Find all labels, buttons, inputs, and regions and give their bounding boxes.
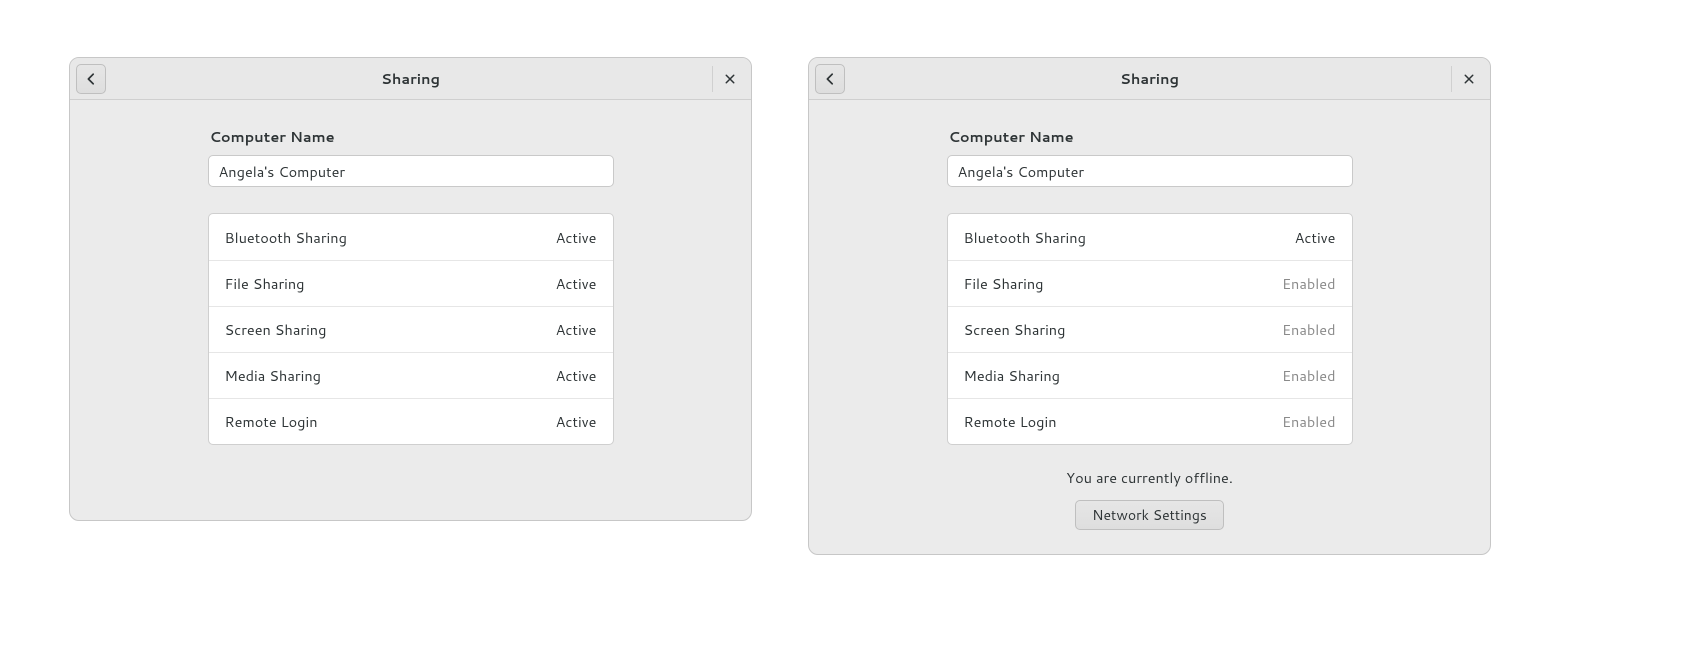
sharing-services-list: Bluetooth Sharing Active File Sharing En… <box>947 213 1353 445</box>
service-status: Active <box>556 319 597 340</box>
content-area: Computer Name Bluetooth Sharing Active F… <box>70 100 751 465</box>
service-status: Enabled <box>1282 411 1336 432</box>
close-button[interactable] <box>1454 64 1484 94</box>
list-item[interactable]: Screen Sharing Enabled <box>948 306 1352 352</box>
window-title: Sharing <box>70 68 751 89</box>
service-label: Remote Login <box>225 411 318 432</box>
computer-name-input[interactable] <box>208 155 614 187</box>
computer-name-input[interactable] <box>947 155 1353 187</box>
close-icon <box>724 73 736 85</box>
list-item[interactable]: Media Sharing Enabled <box>948 352 1352 398</box>
service-status: Active <box>556 273 597 294</box>
close-button[interactable] <box>715 64 745 94</box>
service-status: Active <box>1295 227 1336 248</box>
computer-name-label: Computer Name <box>210 126 614 147</box>
list-item[interactable]: File Sharing Active <box>209 260 613 306</box>
service-status: Enabled <box>1282 273 1336 294</box>
network-settings-label: Network Settings <box>1092 505 1207 525</box>
offline-message: You are currently offline. <box>947 467 1353 488</box>
service-label: File Sharing <box>225 273 305 294</box>
service-status: Enabled <box>1282 365 1336 386</box>
list-item[interactable]: Bluetooth Sharing Active <box>948 214 1352 260</box>
service-status: Active <box>556 365 597 386</box>
service-label: Media Sharing <box>225 365 321 386</box>
chevron-left-icon <box>84 72 98 86</box>
headerbar: Sharing <box>809 58 1490 100</box>
service-label: Screen Sharing <box>964 319 1066 340</box>
list-item[interactable]: Media Sharing Active <box>209 352 613 398</box>
headerbar-separator <box>1451 66 1452 92</box>
computer-name-label: Computer Name <box>949 126 1353 147</box>
sharing-services-list: Bluetooth Sharing Active File Sharing Ac… <box>208 213 614 445</box>
chevron-left-icon <box>823 72 837 86</box>
back-button[interactable] <box>76 64 106 94</box>
list-item[interactable]: Remote Login Active <box>209 398 613 444</box>
content-area: Computer Name Bluetooth Sharing Active F… <box>809 100 1490 550</box>
service-label: Bluetooth Sharing <box>964 227 1086 248</box>
service-label: File Sharing <box>964 273 1044 294</box>
service-status: Enabled <box>1282 319 1336 340</box>
network-settings-button[interactable]: Network Settings <box>1075 500 1224 530</box>
sharing-window-offline: Sharing Computer Name Bluetooth Sharing … <box>808 57 1491 555</box>
service-status: Active <box>556 227 597 248</box>
headerbar: Sharing <box>70 58 751 100</box>
window-title: Sharing <box>809 68 1490 89</box>
service-status: Active <box>556 411 597 432</box>
headerbar-separator <box>712 66 713 92</box>
sharing-window-online: Sharing Computer Name Bluetooth Sharing … <box>69 57 752 521</box>
service-label: Bluetooth Sharing <box>225 227 347 248</box>
service-label: Media Sharing <box>964 365 1060 386</box>
offline-notice: You are currently offline. Network Setti… <box>947 467 1353 530</box>
back-button[interactable] <box>815 64 845 94</box>
list-item[interactable]: Remote Login Enabled <box>948 398 1352 444</box>
service-label: Remote Login <box>964 411 1057 432</box>
list-item[interactable]: Bluetooth Sharing Active <box>209 214 613 260</box>
service-label: Screen Sharing <box>225 319 327 340</box>
list-item[interactable]: File Sharing Enabled <box>948 260 1352 306</box>
list-item[interactable]: Screen Sharing Active <box>209 306 613 352</box>
close-icon <box>1463 73 1475 85</box>
